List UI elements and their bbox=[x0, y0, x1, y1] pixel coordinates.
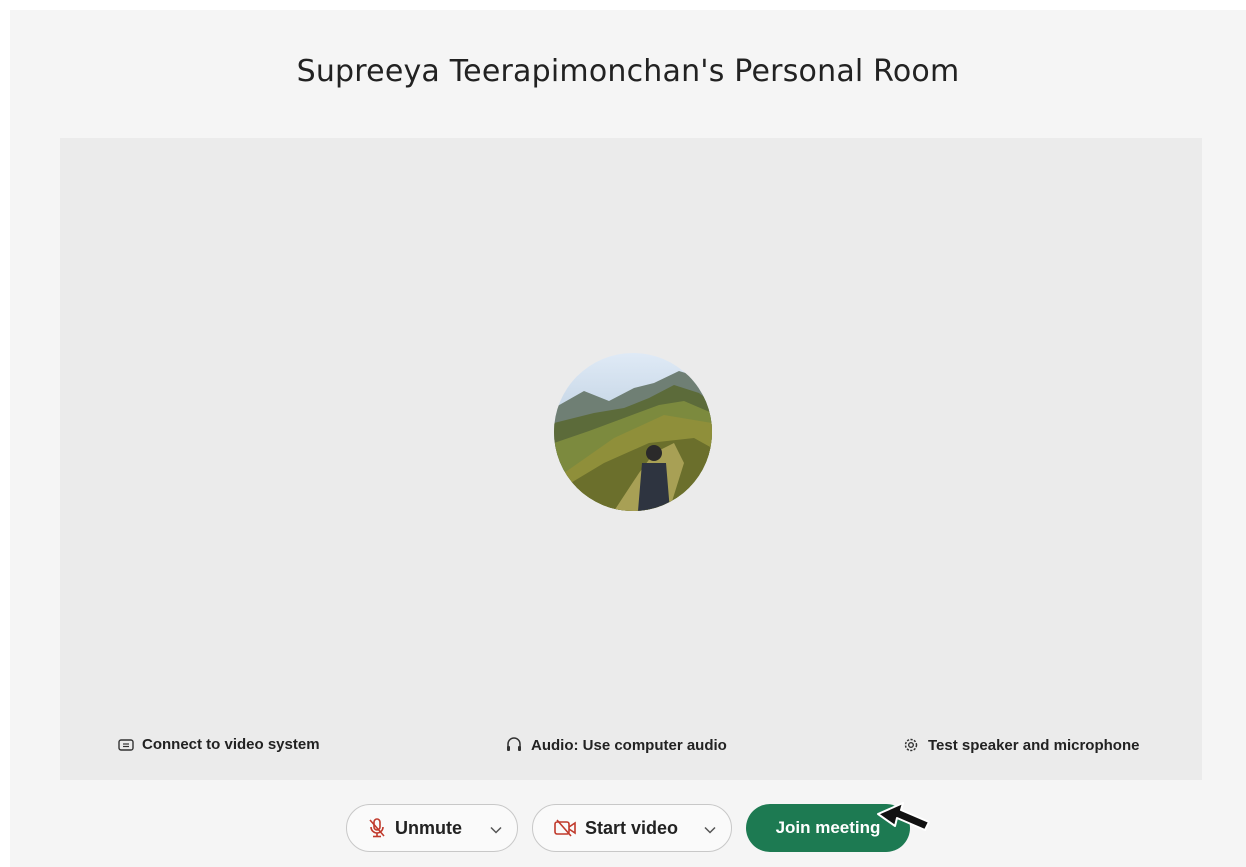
audio-option-label: Audio: Use computer audio bbox=[531, 736, 727, 754]
chevron-down-icon bbox=[704, 818, 716, 839]
unmute-main[interactable]: Unmute bbox=[347, 805, 462, 851]
video-preview-area: Connect to video system Audio: Use compu… bbox=[60, 138, 1202, 780]
unmute-label: Unmute bbox=[395, 817, 462, 838]
connect-video-system-label: Connect to video system bbox=[142, 736, 320, 753]
unmute-button[interactable]: Unmute bbox=[346, 804, 518, 852]
test-speaker-mic-link[interactable]: Test speaker and microphone bbox=[902, 736, 1139, 754]
connect-video-system-link[interactable]: Connect to video system bbox=[118, 736, 320, 753]
start-video-button[interactable]: Start video bbox=[532, 804, 732, 852]
avatar-photo bbox=[554, 353, 712, 511]
meeting-controls: Unmute Start video Join meeting bbox=[10, 804, 1246, 856]
test-speaker-mic-label: Test speaker and microphone bbox=[928, 736, 1140, 754]
page-title: Supreeya Teerapimonchan's Personal Room bbox=[296, 54, 960, 89]
start-video-label: Start video bbox=[585, 817, 679, 838]
join-options-bar: Connect to video system Audio: Use compu… bbox=[60, 736, 1202, 756]
gear-icon bbox=[902, 736, 920, 754]
audio-option-link[interactable]: Audio: Use computer audio bbox=[505, 736, 727, 754]
headset-icon bbox=[505, 736, 523, 754]
audio-options-dropdown[interactable] bbox=[483, 805, 509, 851]
monitor-icon bbox=[118, 738, 134, 752]
video-camera-off-icon bbox=[553, 818, 577, 838]
chevron-down-icon bbox=[490, 818, 502, 839]
start-video-main[interactable]: Start video bbox=[533, 805, 678, 851]
avatar bbox=[554, 353, 712, 511]
video-options-dropdown[interactable] bbox=[697, 805, 723, 851]
meeting-preview-window: Supreeya Teerapimonchan's Personal Room bbox=[10, 10, 1246, 867]
microphone-muted-icon bbox=[367, 817, 387, 839]
mouse-pointer-icon bbox=[875, 800, 931, 840]
